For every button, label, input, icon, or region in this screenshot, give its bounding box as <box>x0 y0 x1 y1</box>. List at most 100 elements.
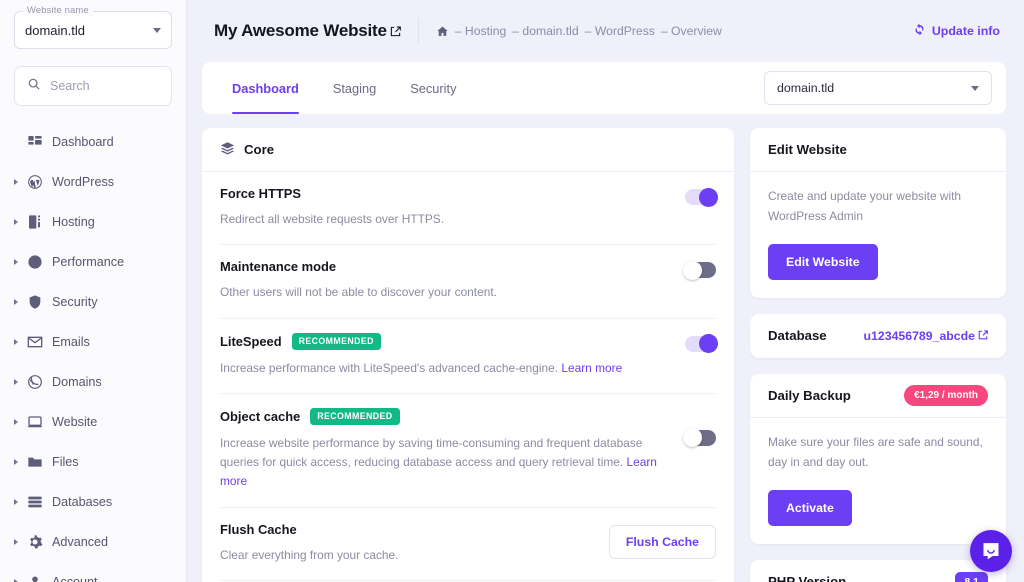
sidebar-item-emails[interactable]: Emails <box>14 322 172 362</box>
website-name-label: Website name <box>23 5 93 16</box>
sidebar-search[interactable] <box>14 66 172 106</box>
toggle-litespeed[interactable] <box>685 334 718 354</box>
chevron-right-icon <box>14 259 18 265</box>
search-input[interactable] <box>50 79 159 93</box>
breadcrumb-item-domain[interactable]: – domain.tld <box>512 24 578 38</box>
chevron-right-icon <box>14 179 18 185</box>
edit-website-button[interactable]: Edit Website <box>768 243 878 280</box>
toggle-object-cache[interactable] <box>683 428 716 448</box>
setting-row-object-cache: Object cache RECOMMENDED Increase websit… <box>220 394 716 508</box>
database-name-text: u123456789_abcde <box>863 328 975 343</box>
sidebar-item-label: Advanced <box>52 535 109 549</box>
row-description-text: Other users will not be able to discover… <box>220 285 497 300</box>
website-name-select-box[interactable]: domain.tld <box>14 11 172 49</box>
tab-staging[interactable]: Staging <box>333 62 376 114</box>
row-description-text: Clear everything from your cache. <box>220 547 399 562</box>
row-title-text: Object cache <box>220 408 301 424</box>
sidebar-item-label: Security <box>52 295 98 309</box>
columns: Core Force HTTPS Redirect all website re… <box>202 128 1006 582</box>
sidebar-item-advanced[interactable]: Advanced <box>14 522 172 562</box>
toggle-knob <box>699 334 718 354</box>
wordpress-icon <box>26 174 43 191</box>
right-column: Edit Website Create and update your webs… <box>750 128 1006 582</box>
sidebar: Website name domain.tld Dashboard <box>0 0 187 582</box>
edit-website-description: Create and update your website with Word… <box>768 189 962 224</box>
daily-backup-card-title: Daily Backup <box>768 387 851 403</box>
sidebar-item-label: Website <box>52 415 98 429</box>
row-title: Maintenance mode <box>220 259 671 274</box>
breadcrumb-item-overview[interactable]: – Overview <box>661 24 722 38</box>
toggle-knob <box>699 187 718 207</box>
setting-row-flush-cache: Flush Cache Clear everything from your c… <box>220 508 716 581</box>
sidebar-item-hosting[interactable]: Hosting <box>14 202 172 242</box>
setting-row-maintenance-mode: Maintenance mode Other users will not be… <box>220 245 716 319</box>
top-bar: My Awesome Website – Hosting – domain.tl… <box>187 0 1024 62</box>
tab-bar: Dashboard Staging Security domain.tld <box>202 62 1006 114</box>
learn-more-link[interactable]: Learn more <box>561 361 622 375</box>
main-area: My Awesome Website – Hosting – domain.tl… <box>187 0 1024 582</box>
content-area: Dashboard Staging Security domain.tld Co… <box>187 62 1024 582</box>
toggle-force-https[interactable] <box>685 187 718 207</box>
sidebar-item-label: Emails <box>52 335 90 349</box>
setting-row-litespeed: LiteSpeed RECOMMENDED Increase performan… <box>220 319 718 394</box>
chat-bubble-icon[interactable] <box>970 530 1012 572</box>
activate-backup-button[interactable]: Activate <box>768 489 852 526</box>
database-card-header: Database u123456789_abcde <box>750 314 1006 358</box>
flush-cache-button[interactable]: Flush Cache <box>608 524 716 559</box>
sidebar-item-security[interactable]: Security <box>14 282 172 322</box>
website-name-value: domain.tld <box>25 22 85 38</box>
daily-backup-description: Make sure your files are safe and sound,… <box>768 434 983 470</box>
php-version-card: PHP Version 8.1 <box>750 559 1006 582</box>
domain-select[interactable]: domain.tld <box>764 71 992 105</box>
toggle-maintenance-mode[interactable] <box>683 260 716 280</box>
database-name-link[interactable]: u123456789_abcde <box>864 329 988 343</box>
sidebar-item-website[interactable]: Website <box>14 402 172 442</box>
home-icon[interactable] <box>436 25 449 38</box>
sidebar-item-databases[interactable]: Databases <box>14 482 172 522</box>
title-divider <box>417 18 419 44</box>
app-root: Website name domain.tld Dashboard <box>0 0 1024 582</box>
monitor-icon <box>26 414 43 431</box>
envelope-icon <box>26 334 43 351</box>
breadcrumb-item-wordpress[interactable]: – WordPress <box>585 24 655 38</box>
php-version-badge: 8.1 <box>955 571 988 582</box>
website-name-select[interactable]: Website name domain.tld <box>14 5 172 49</box>
tab-label: Staging <box>332 80 377 96</box>
setting-row-force-https: Force HTTPS Redirect all website request… <box>220 172 718 246</box>
row-content: Object cache RECOMMENDED Increase websit… <box>220 407 671 492</box>
sidebar-item-label: Domains <box>52 375 102 389</box>
row-title: Flush Cache <box>220 522 595 537</box>
sidebar-item-dashboard[interactable]: Dashboard <box>14 122 172 162</box>
database-icon <box>26 494 43 511</box>
page-title-text: My Awesome Website <box>214 21 387 40</box>
chevron-down-icon <box>971 85 979 91</box>
edit-website-card-body: Create and update your website with Word… <box>750 172 1006 298</box>
globe-icon <box>26 374 43 391</box>
row-content: Force HTTPS Redirect all website request… <box>220 186 671 229</box>
row-title: Object cache RECOMMENDED <box>220 407 671 425</box>
breadcrumb-item-hosting[interactable]: – Hosting <box>455 24 507 38</box>
folder-icon <box>26 454 43 471</box>
row-description-text: Increase performance with LiteSpeed's ad… <box>220 360 562 375</box>
update-info-button[interactable]: Update info <box>913 23 1000 39</box>
core-card-body: Force HTTPS Redirect all website request… <box>202 172 734 582</box>
sidebar-item-files[interactable]: Files <box>14 442 172 482</box>
row-title-text: Maintenance mode <box>220 259 337 275</box>
sidebar-item-account[interactable]: Account <box>14 562 172 582</box>
php-version-card-title: PHP Version <box>768 574 847 582</box>
sidebar-item-performance[interactable]: Performance <box>14 242 172 282</box>
edit-website-card-header: Edit Website <box>750 128 1006 172</box>
price-badge: €1,29 / month <box>904 384 988 406</box>
sidebar-item-wordpress[interactable]: WordPress <box>14 162 172 202</box>
row-description-text: Redirect all website requests over HTTPS… <box>220 212 445 226</box>
tab-label: Security <box>410 80 457 96</box>
external-link-icon[interactable] <box>390 22 401 37</box>
layers-icon <box>220 141 235 159</box>
sidebar-item-domains[interactable]: Domains <box>14 362 172 402</box>
tab-dashboard[interactable]: Dashboard <box>232 62 299 114</box>
chevron-right-icon <box>14 379 18 385</box>
left-column: Core Force HTTPS Redirect all website re… <box>202 128 734 582</box>
edit-website-card-title: Edit Website <box>768 142 847 157</box>
tab-security[interactable]: Security <box>410 62 456 114</box>
row-title-text: LiteSpeed <box>220 333 282 349</box>
